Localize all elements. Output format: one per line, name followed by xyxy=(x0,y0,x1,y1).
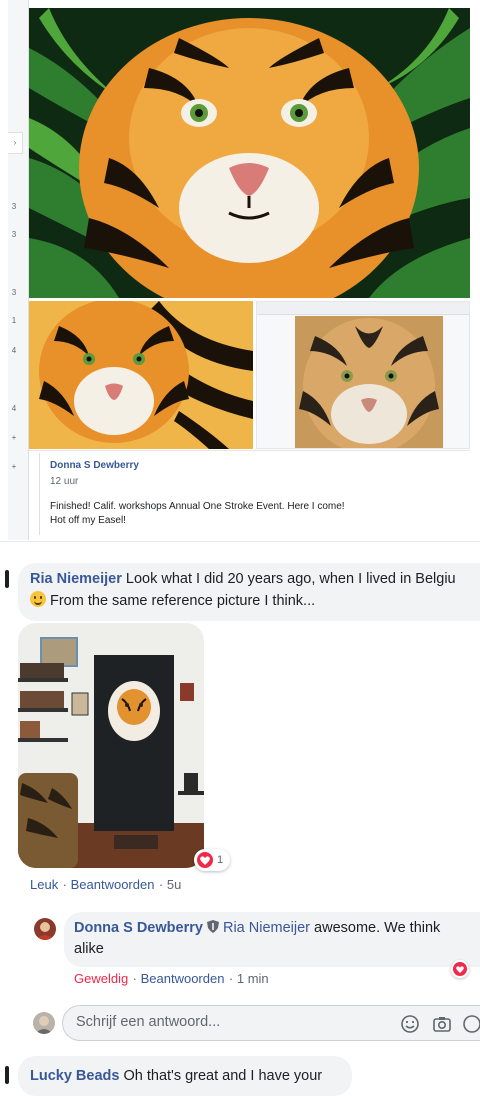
sidebar-marker[interactable]: 4 xyxy=(8,346,20,355)
post-author-link[interactable]: Donna S Dewberry xyxy=(50,460,139,471)
comment-text: Oh that's great and I have your xyxy=(123,1068,323,1084)
love-reaction-icon xyxy=(197,852,213,868)
reference-tiger-photo[interactable] xyxy=(295,316,443,448)
thread-marker xyxy=(5,570,9,588)
comment-timestamp[interactable]: 5u xyxy=(167,877,181,892)
reference-tiger-graphic xyxy=(295,316,443,448)
separator: · xyxy=(228,971,237,986)
commenter-name-link[interactable]: Lucky Beads xyxy=(30,1068,119,1084)
like-link[interactable]: Leuk xyxy=(30,877,58,892)
reply-text: alike xyxy=(74,941,104,957)
sidebar-marker[interactable]: + xyxy=(8,462,20,471)
section-divider xyxy=(0,541,480,542)
sidebar-marker[interactable]: 4 xyxy=(8,404,20,413)
smile-emoji-icon xyxy=(30,591,46,607)
tiger-painting-image[interactable] xyxy=(29,8,470,298)
avatar[interactable] xyxy=(34,918,56,940)
reference-photo-viewer[interactable] xyxy=(256,301,470,449)
separator: · xyxy=(62,877,71,892)
reply-author-link[interactable]: Donna S Dewberry xyxy=(74,920,203,936)
reply-text: awesome. We think xyxy=(314,920,441,936)
post-text-line: Hot off my Easel! xyxy=(50,515,126,526)
reaction-count: 1 xyxy=(217,854,224,866)
emoji-icon[interactable] xyxy=(400,1014,420,1034)
card-divider xyxy=(39,453,40,535)
reply-link[interactable]: Beantwoorden xyxy=(71,877,155,892)
reply-input-placeholder: Schrijf een antwoord... xyxy=(76,1014,221,1030)
comment-line: Lucky Beads Oh that's great and I have y… xyxy=(30,1066,322,1086)
sidebar-collapse-tab[interactable]: › xyxy=(8,132,23,154)
commenter-name-link[interactable]: Ria Niemeijer xyxy=(30,571,122,587)
living-room-graphic xyxy=(18,623,204,868)
reply-actions: Geweldig · Beantwoorden · 1 min xyxy=(74,970,269,988)
love-reaction-badge[interactable] xyxy=(451,960,469,978)
sidebar-marker[interactable]: 3 xyxy=(8,230,20,239)
comment-line: From the same reference picture I think.… xyxy=(30,591,315,611)
post-text-line: Finished! Calif. workshops Annual One St… xyxy=(50,501,345,512)
comment-line: Ria Niemeijer Look what I did 20 years a… xyxy=(30,569,456,589)
love-reaction-link[interactable]: Geweldig xyxy=(74,971,128,986)
gif-icon[interactable] xyxy=(462,1014,480,1034)
tiger-painting-thumbnail[interactable] xyxy=(29,301,253,449)
reply-link[interactable]: Beantwoorden xyxy=(141,971,225,986)
sidebar-marker[interactable]: 3 xyxy=(8,288,20,297)
sidebar-marker[interactable]: + xyxy=(8,433,20,442)
post-caption-card: Donna S Dewberry 12 uur Finished! Calif.… xyxy=(29,450,470,537)
love-reaction-icon xyxy=(453,962,467,976)
viewer-toolbar xyxy=(257,302,469,315)
separator: · xyxy=(158,877,167,892)
sidebar-marker[interactable]: 1 xyxy=(8,316,20,325)
left-sidebar-strip: 3 3 3 1 4 4 + + › xyxy=(8,0,29,540)
reply-timestamp[interactable]: 1 min xyxy=(237,971,269,986)
tiger-thumbnail-graphic xyxy=(29,301,253,449)
comment-actions: Leuk · Beantwoorden · 5u xyxy=(30,876,181,894)
sidebar-marker[interactable]: 3 xyxy=(8,202,20,211)
avatar xyxy=(33,1012,55,1034)
reaction-summary[interactable]: 1 xyxy=(194,849,231,871)
shield-icon xyxy=(206,920,219,933)
thread-marker xyxy=(5,1066,9,1084)
reply-line: Donna S Dewberry Ria Niemeijer awesome. … xyxy=(74,918,440,938)
post-timestamp[interactable]: 12 uur xyxy=(50,476,78,487)
separator: · xyxy=(132,971,141,986)
comment-text: From the same reference picture I think.… xyxy=(50,593,316,609)
mention-link[interactable]: Ria Niemeijer xyxy=(223,920,310,936)
camera-icon[interactable] xyxy=(432,1014,452,1034)
comment-attached-photo[interactable] xyxy=(18,623,204,868)
comment-text: Look what I did 20 years ago, when I liv… xyxy=(125,571,456,587)
tiger-painting-graphic xyxy=(29,8,470,298)
